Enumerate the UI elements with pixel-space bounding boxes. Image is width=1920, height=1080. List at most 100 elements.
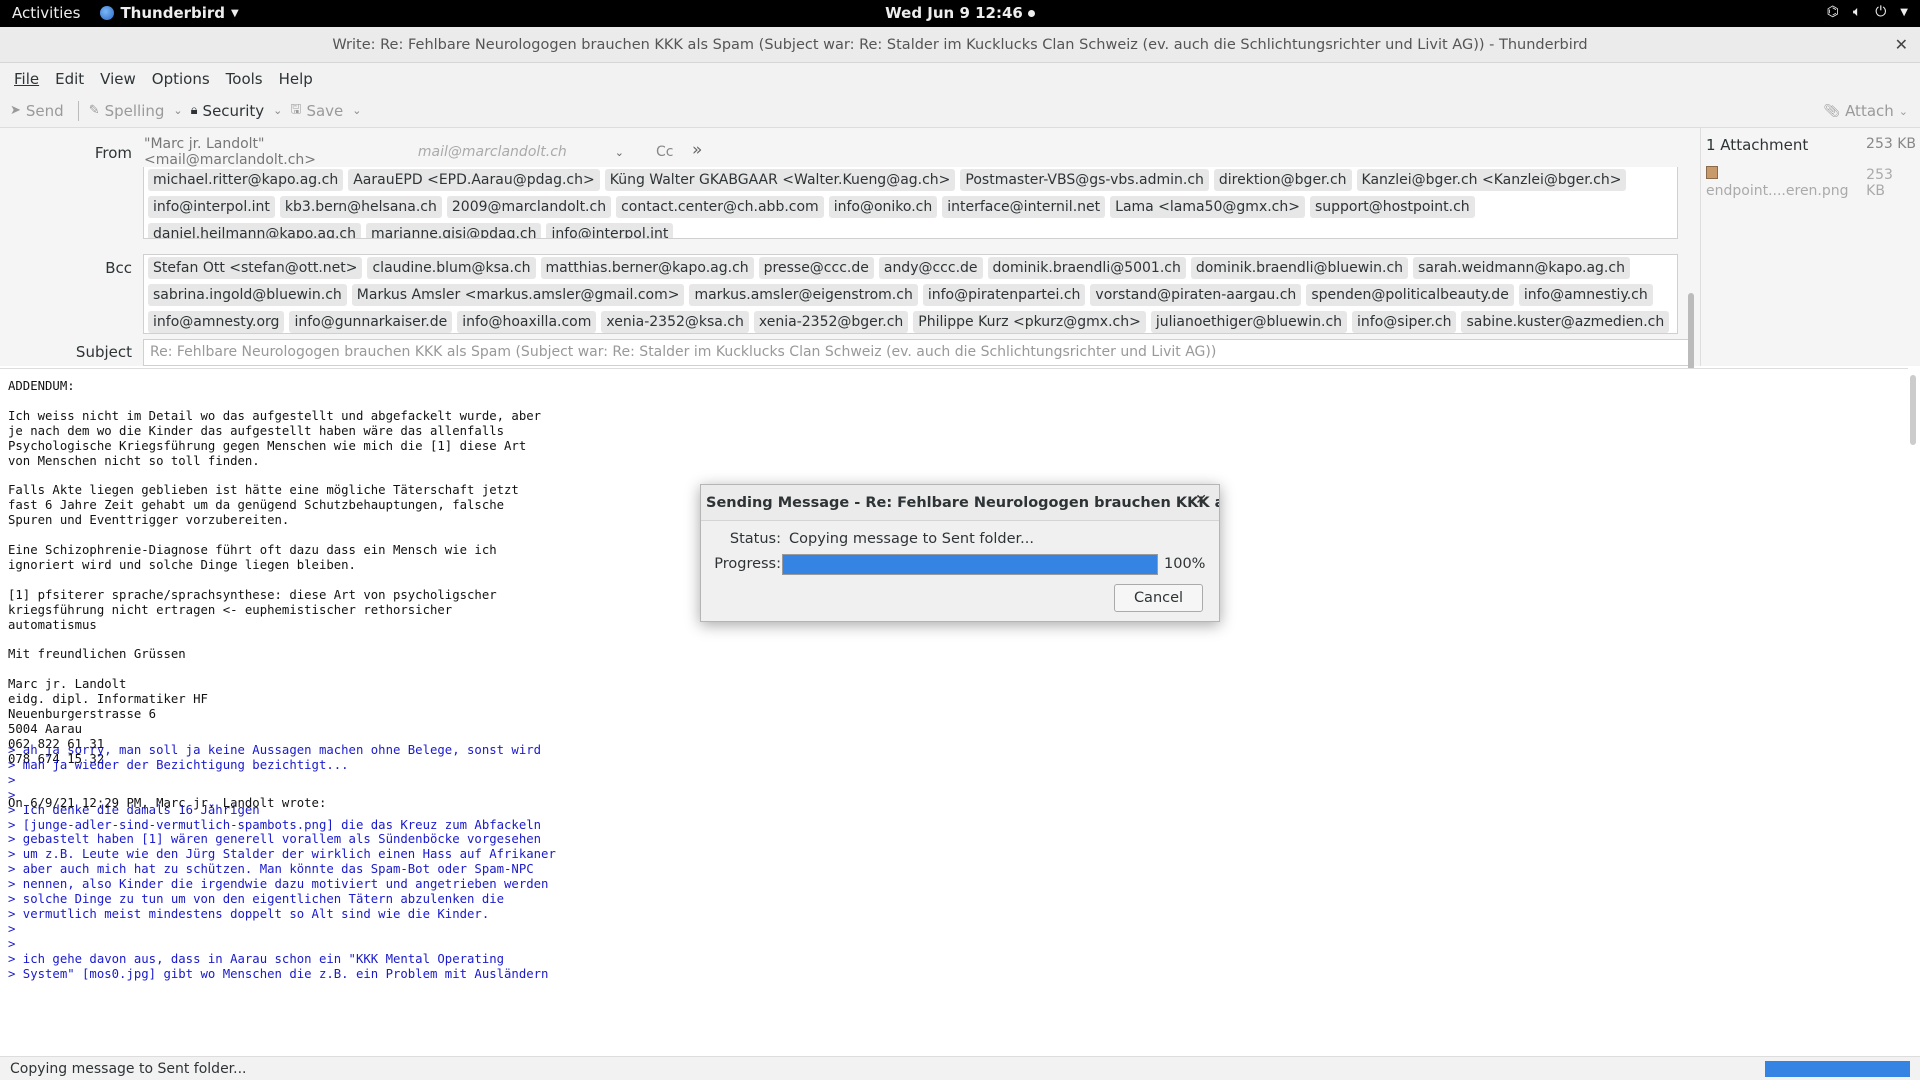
- bcc-recipient-pill[interactable]: dominik.braendli@5001.ch: [987, 257, 1186, 279]
- security-button[interactable]: 🔒︎ Security ⌄: [191, 102, 283, 120]
- window-title: Write: Re: Fehlbare Neurologogen brauche…: [332, 37, 1588, 53]
- message-body-editor[interactable]: ADDENDUM: Ich weiss nicht im Detail wo d…: [0, 368, 1908, 1056]
- to-recipient-pill[interactable]: Lama <lama50@gmx.ch>: [1110, 196, 1305, 218]
- to-recipients-field[interactable]: michael.ritter@kapo.ag.ch AarauEPD <EPD.A…: [143, 167, 1678, 239]
- image-file-icon: [1706, 166, 1718, 179]
- send-label: Send: [25, 101, 64, 120]
- menu-edit[interactable]: Edit: [47, 70, 92, 88]
- bcc-recipient-pill[interactable]: spenden@politicalbeauty.de: [1306, 284, 1514, 306]
- system-tray[interactable]: ⌬ 🔈︎ ⏻ ▼: [1827, 4, 1908, 20]
- progress-percent: 100%: [1164, 556, 1206, 572]
- dialog-title: Sending Message - Re: Fehlbare Neurologo…: [701, 485, 1219, 521]
- power-icon: ⏻: [1875, 4, 1887, 20]
- gnome-top-bar: Activities Thunderbird ▼ Wed Jun 9 12:46…: [0, 0, 1920, 27]
- volume-icon: 🔈︎: [1852, 4, 1862, 20]
- chevron-down-icon[interactable]: ⌄: [1899, 105, 1908, 118]
- bcc-recipient-pill[interactable]: andy@ccc.de: [878, 257, 983, 279]
- progress-fill: [783, 555, 1157, 574]
- quoted-text: > ah ja sorry, man soll ja keine Aussage…: [8, 743, 556, 981]
- subject-input[interactable]: Re: Fehlbare Neurologogen brauchen KKK a…: [143, 339, 1692, 366]
- clock[interactable]: Wed Jun 9 12:46: [0, 4, 1920, 22]
- from-label: From: [94, 144, 132, 162]
- save-label: Save: [306, 101, 344, 120]
- bcc-recipient-pill[interactable]: xenia-2352@ksa.ch: [601, 311, 749, 333]
- dialog-close-icon[interactable]: ✕: [1195, 492, 1207, 508]
- attachment-count: 1 Attachment: [1706, 136, 1809, 154]
- chevron-down-icon[interactable]: ⌄: [173, 104, 182, 117]
- from-selector[interactable]: "Marc jr. Landolt" <mail@marclandolt.ch>…: [144, 136, 624, 168]
- to-recipient-pill[interactable]: direktion@bger.ch: [1213, 169, 1352, 191]
- to-recipient-pill[interactable]: info@interpol.int: [148, 196, 275, 218]
- to-recipient-pill[interactable]: marianne.gisi@pdag.ch: [366, 223, 542, 238]
- bcc-recipient-pill[interactable]: info@hoaxilla.com: [457, 311, 597, 333]
- bcc-recipient-pill[interactable]: info@amnesty.org: [148, 311, 285, 333]
- from-identity: mail@marclandolt.ch: [417, 144, 567, 160]
- bcc-recipient-pill[interactable]: info@gunnarkaiser.de: [289, 311, 453, 333]
- cc-button[interactable]: Cc: [656, 144, 673, 160]
- to-recipient-pill[interactable]: info@interpol.int: [546, 223, 674, 238]
- window-close-icon[interactable]: ✕: [1895, 35, 1908, 54]
- bcc-recipient-pill[interactable]: Stefan Ott <stefan@ott.net>: [148, 257, 363, 279]
- to-recipient-pill[interactable]: Postmaster-VBS@gs-vbs.admin.ch: [960, 169, 1209, 191]
- attach-button[interactable]: 📎︎ Attach ⌄: [1824, 102, 1908, 120]
- to-recipient-pill[interactable]: contact.center@ch.abb.com: [616, 196, 824, 218]
- menu-file[interactable]: File: [6, 70, 47, 88]
- status-bar: Copying message to Sent folder...: [0, 1056, 1920, 1080]
- chevron-down-icon[interactable]: ⌄: [615, 146, 624, 159]
- to-recipient-pill[interactable]: michael.ritter@kapo.ag.ch: [148, 169, 344, 191]
- chevron-down-icon[interactable]: ⌄: [273, 104, 282, 117]
- bcc-recipient-pill[interactable]: vorstand@piraten-aargau.ch: [1090, 284, 1302, 306]
- bcc-recipient-pill[interactable]: sarah.weidmann@kapo.ag.ch: [1413, 257, 1630, 279]
- bcc-recipient-pill[interactable]: julianoethiger@bluewin.ch: [1150, 311, 1348, 333]
- network-icon: ⌬: [1826, 4, 1839, 20]
- to-recipient-pill[interactable]: kb3.bern@helsana.ch: [279, 196, 442, 218]
- to-recipient-pill[interactable]: Küng Walter GKABGAAR <Walter.Kueng@ag.ch…: [604, 169, 956, 191]
- to-recipient-pill[interactable]: daniel.heilmann@kapo.ag.ch: [148, 223, 361, 238]
- save-icon: 🖫: [290, 101, 302, 117]
- more-recipients-icon[interactable]: »: [692, 140, 702, 160]
- menu-view[interactable]: View: [92, 70, 144, 88]
- bcc-recipient-pill[interactable]: markus.amsler@eigenstrom.ch: [689, 284, 918, 306]
- bcc-recipient-pill[interactable]: dominik.braendli@bluewin.ch: [1190, 257, 1409, 279]
- to-recipient-pill[interactable]: 2009@marclandolt.ch: [446, 196, 612, 218]
- bcc-recipient-pill[interactable]: Markus Amsler <markus.amsler@gmail.com>: [351, 284, 685, 306]
- bcc-recipients-field[interactable]: Stefan Ott <stefan@ott.net> claudine.blum…: [143, 254, 1678, 334]
- to-recipient-pill[interactable]: support@hostpoint.ch: [1309, 196, 1475, 218]
- from-value: "Marc jr. Landolt" <mail@marclandolt.ch>: [144, 136, 317, 168]
- compose-toolbar: ➤ Send ✎ Spelling ⌄ 🔒︎ Security ⌄ 🖫 Save…: [0, 94, 1920, 128]
- to-recipient-pill[interactable]: AarauEPD <EPD.Aarau@pdag.ch>: [348, 169, 600, 191]
- chevron-down-icon[interactable]: ⌄: [352, 104, 361, 117]
- bcc-recipient-pill[interactable]: sabrina.ingold@bluewin.ch: [148, 284, 347, 306]
- spelling-label: Spelling: [104, 101, 165, 120]
- bcc-recipient-pill[interactable]: claudine.blum@ksa.ch: [367, 257, 536, 279]
- bcc-recipient-pill[interactable]: info@amnestiy.ch: [1518, 284, 1653, 306]
- bcc-recipient-pill[interactable]: Philippe Kurz <pkurz@gmx.ch>: [913, 311, 1146, 333]
- attachment-item[interactable]: endpoint....eren.png 253 KB: [1706, 166, 1916, 199]
- bcc-recipient-pill[interactable]: sabine.kuster@azmedien.ch: [1461, 311, 1670, 333]
- attachment-pane: 1 Attachment 253 KB endpoint....eren.png…: [1700, 128, 1920, 366]
- attach-label: Attach: [1845, 102, 1894, 120]
- to-recipient-pill[interactable]: info@oniko.ch: [828, 196, 938, 218]
- body-scrollbar[interactable]: [1910, 375, 1916, 445]
- menu-help[interactable]: Help: [271, 70, 321, 88]
- attachment-size: 253 KB: [1866, 166, 1893, 199]
- paperclip-icon: 📎︎: [1823, 103, 1841, 119]
- cancel-button[interactable]: Cancel: [1114, 584, 1203, 612]
- to-recipient-pill[interactable]: interface@internil.net: [942, 196, 1106, 218]
- to-recipient-pill[interactable]: Kanzlei@bger.ch <Kanzlei@bger.ch>: [1356, 169, 1627, 191]
- bcc-recipient-pill[interactable]: info@siper.ch: [1352, 311, 1457, 333]
- spelling-icon: ✎: [88, 103, 100, 118]
- compose-headers: From "Marc jr. Landolt" <mail@marclandol…: [0, 128, 1700, 433]
- menu-options[interactable]: Options: [144, 70, 218, 88]
- toolbar-separator: [77, 100, 79, 121]
- spelling-button[interactable]: ✎ Spelling ⌄: [89, 102, 183, 120]
- attachment-header[interactable]: 1 Attachment 253 KB: [1706, 136, 1916, 154]
- bcc-recipient-pill[interactable]: presse@ccc.de: [758, 257, 874, 279]
- send-button[interactable]: ➤ Send: [10, 102, 64, 120]
- save-button[interactable]: 🖫 Save ⌄: [290, 100, 361, 122]
- progress-label: Progress:: [714, 556, 781, 572]
- bcc-recipient-pill[interactable]: info@piratenpartei.ch: [922, 284, 1086, 306]
- bcc-recipient-pill[interactable]: matthias.berner@kapo.ag.ch: [540, 257, 754, 279]
- menu-tools[interactable]: Tools: [218, 70, 271, 88]
- bcc-recipient-pill[interactable]: xenia-2352@bger.ch: [753, 311, 909, 333]
